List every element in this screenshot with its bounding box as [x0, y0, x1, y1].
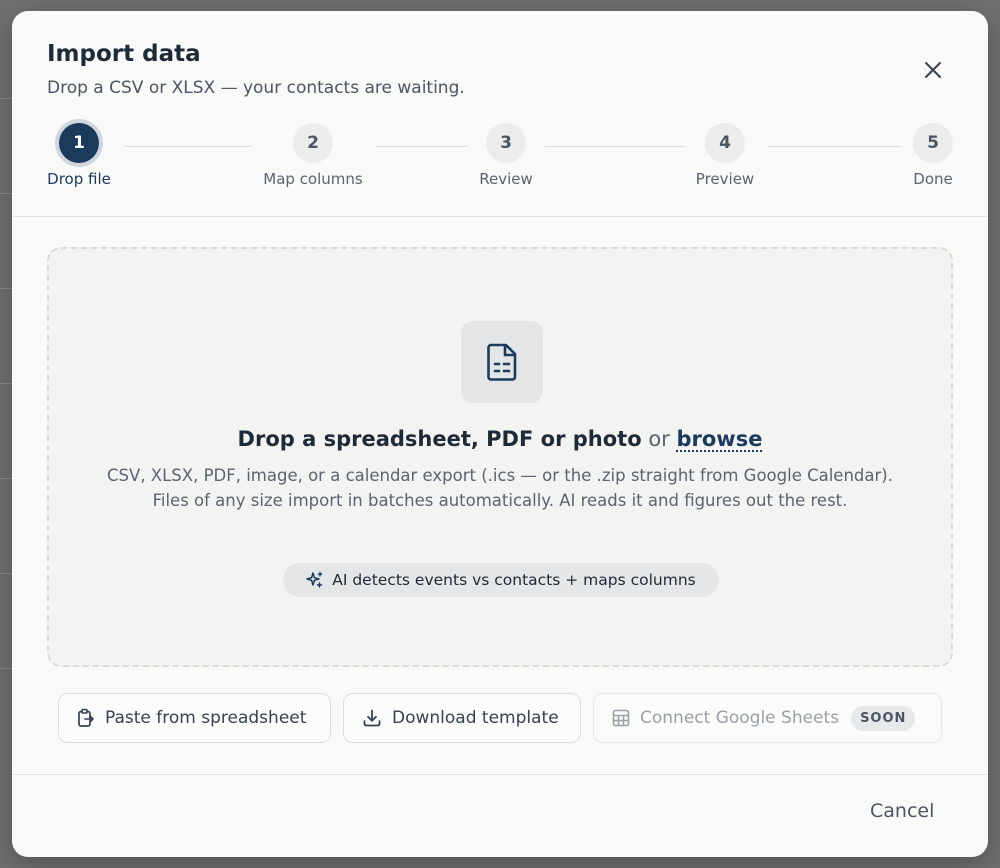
step-number: 2 — [293, 123, 333, 163]
footer-divider — [12, 774, 988, 775]
step-label: Map columns — [263, 170, 363, 188]
dropzone-heading: Drop a spreadsheet, PDF or photo or brow… — [49, 427, 951, 451]
dropzone-description: CSV, XLSX, PDF, image, or a calendar exp… — [107, 466, 893, 510]
dialog-subtitle: Drop a CSV or XLSX — your contacts are w… — [47, 78, 465, 98]
download-icon — [363, 709, 381, 727]
background-row-divider — [0, 573, 12, 574]
file-icon-tile — [461, 321, 543, 403]
dropzone-heading-or: or — [648, 427, 670, 451]
background-app — [0, 0, 12, 868]
dropzone-heading-text: Drop a spreadsheet, PDF or photo — [237, 427, 642, 451]
close-button[interactable] — [918, 55, 948, 85]
file-spreadsheet-icon — [487, 343, 517, 381]
step-number: 3 — [486, 123, 526, 163]
stepper-connector — [545, 146, 685, 147]
step-preview: 4 Preview — [665, 123, 785, 188]
google-sheets-button-label: Connect Google Sheets — [640, 708, 840, 728]
ai-detection-pill: AI detects events vs contacts + maps col… — [283, 563, 719, 597]
step-map-columns: 2 Map columns — [253, 123, 373, 188]
connect-google-sheets-button: Connect Google Sheets SOON — [593, 693, 942, 743]
dialog-title: Import data — [47, 41, 201, 67]
background-row-divider — [0, 478, 12, 479]
header-divider — [12, 216, 988, 217]
ai-pill-label: AI detects events vs contacts + maps col… — [332, 571, 696, 589]
close-icon — [925, 62, 941, 78]
file-dropzone[interactable]: Drop a spreadsheet, PDF or photo or brow… — [47, 247, 953, 667]
step-drop-file: 1 Drop file — [19, 123, 139, 188]
step-label: Preview — [695, 170, 755, 188]
step-done: 5 Done — [873, 123, 988, 188]
step-review: 3 Review — [446, 123, 566, 188]
step-label: Done — [913, 170, 953, 188]
background-row-divider — [0, 668, 12, 669]
background-row-divider — [0, 98, 12, 99]
import-data-dialog: Import data Drop a CSV or XLSX — your co… — [12, 11, 988, 857]
download-button-label: Download template — [392, 708, 559, 728]
table-grid-icon — [612, 709, 630, 727]
background-row-divider — [0, 193, 12, 194]
browse-link[interactable]: browse — [676, 427, 762, 451]
paste-from-spreadsheet-button[interactable]: Paste from spreadsheet — [58, 693, 331, 743]
paste-button-label: Paste from spreadsheet — [105, 708, 307, 728]
stepper-connector — [124, 146, 252, 147]
cancel-button[interactable]: Cancel — [870, 800, 934, 822]
sparkles-icon — [306, 571, 323, 588]
step-number: 1 — [59, 123, 99, 163]
clipboard-paste-icon — [78, 708, 94, 727]
background-row-divider — [0, 383, 12, 384]
download-template-button[interactable]: Download template — [343, 693, 581, 743]
step-number: 4 — [705, 123, 745, 163]
background-row-divider — [0, 288, 12, 289]
step-label: Drop file — [47, 170, 111, 188]
step-number: 5 — [913, 123, 953, 163]
step-label: Review — [479, 170, 533, 188]
soon-badge: SOON — [851, 705, 916, 731]
